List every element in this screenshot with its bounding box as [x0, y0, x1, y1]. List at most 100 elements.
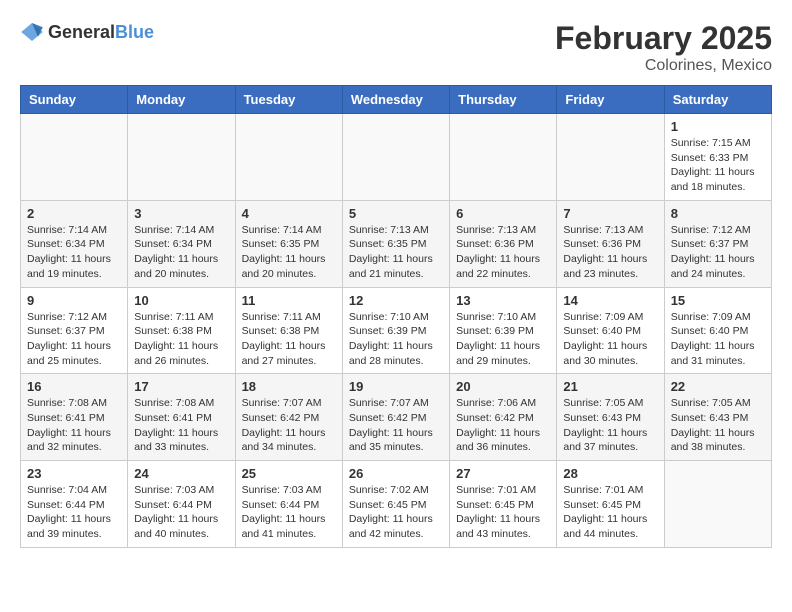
day-number: 27	[456, 466, 550, 481]
calendar-week-row: 16 Sunrise: 7:08 AMSunset: 6:41 PMDayligh…	[21, 374, 772, 461]
table-row: 12Sunrise: 7:10 AMSunset: 6:39 PMDayligh…	[342, 287, 449, 374]
day-number: 9	[27, 293, 121, 308]
table-row	[21, 114, 128, 201]
table-row: 1 Sunrise: 7:15 AMSunset: 6:33 PMDaylight…	[664, 114, 771, 201]
day-info: Sunrise: 7:01 AMSunset: 6:45 PMDaylight:…	[456, 483, 550, 542]
day-number: 14	[563, 293, 657, 308]
table-row: 26 Sunrise: 7:02 AMSunset: 6:45 PMDayligh…	[342, 461, 449, 548]
day-info: Sunrise: 7:14 AMSunset: 6:34 PMDaylight:…	[27, 223, 121, 282]
location-subtitle: Colorines, Mexico	[555, 57, 772, 75]
day-number: 6	[456, 206, 550, 221]
day-number: 23	[27, 466, 121, 481]
table-row	[557, 114, 664, 201]
table-row: 2 Sunrise: 7:14 AMSunset: 6:34 PMDaylight…	[21, 200, 128, 287]
table-row	[664, 461, 771, 548]
day-info: Sunrise: 7:09 AMSunset: 6:40 PMDaylight:…	[671, 310, 765, 369]
day-number: 22	[671, 379, 765, 394]
day-number: 5	[349, 206, 443, 221]
day-info: Sunrise: 7:11 AMSunset: 6:38 PMDaylight:…	[242, 310, 336, 369]
table-row: 9 Sunrise: 7:12 AMSunset: 6:37 PMDaylight…	[21, 287, 128, 374]
table-row: 7 Sunrise: 7:13 AMSunset: 6:36 PMDaylight…	[557, 200, 664, 287]
table-row: 21 Sunrise: 7:05 AMSunset: 6:43 PMDayligh…	[557, 374, 664, 461]
day-number: 21	[563, 379, 657, 394]
month-title: February 2025	[555, 20, 772, 57]
calendar-week-row: 2 Sunrise: 7:14 AMSunset: 6:34 PMDaylight…	[21, 200, 772, 287]
table-row: 4 Sunrise: 7:14 AMSunset: 6:35 PMDaylight…	[235, 200, 342, 287]
table-row	[128, 114, 235, 201]
day-info: Sunrise: 7:14 AMSunset: 6:34 PMDaylight:…	[134, 223, 228, 282]
table-row: 10 Sunrise: 7:11 AMSunset: 6:38 PMDayligh…	[128, 287, 235, 374]
table-row: 13Sunrise: 7:10 AMSunset: 6:39 PMDayligh…	[450, 287, 557, 374]
calendar-week-row: 1 Sunrise: 7:15 AMSunset: 6:33 PMDaylight…	[21, 114, 772, 201]
col-tuesday: Tuesday	[235, 86, 342, 114]
day-number: 24	[134, 466, 228, 481]
table-row: 6 Sunrise: 7:13 AMSunset: 6:36 PMDaylight…	[450, 200, 557, 287]
day-info: Sunrise: 7:03 AMSunset: 6:44 PMDaylight:…	[242, 483, 336, 542]
day-number: 1	[671, 119, 765, 134]
day-number: 25	[242, 466, 336, 481]
day-info: Sunrise: 7:07 AMSunset: 6:42 PMDaylight:…	[349, 396, 443, 455]
col-monday: Monday	[128, 86, 235, 114]
day-info: Sunrise: 7:13 AMSunset: 6:36 PMDaylight:…	[456, 223, 550, 282]
col-sunday: Sunday	[21, 86, 128, 114]
logo-general: General	[48, 22, 115, 42]
day-number: 19	[349, 379, 443, 394]
day-info: Sunrise: 7:08 AMSunset: 6:41 PMDaylight:…	[27, 396, 121, 455]
logo-blue: Blue	[115, 22, 154, 42]
logo-text: GeneralBlue	[48, 22, 154, 43]
table-row: 22 Sunrise: 7:05 AMSunset: 6:43 PMDayligh…	[664, 374, 771, 461]
table-row: 16 Sunrise: 7:08 AMSunset: 6:41 PMDayligh…	[21, 374, 128, 461]
day-number: 12	[349, 293, 443, 308]
day-info: Sunrise: 7:15 AMSunset: 6:33 PMDaylight:…	[671, 136, 765, 195]
day-info: Sunrise: 7:05 AMSunset: 6:43 PMDaylight:…	[563, 396, 657, 455]
day-info: Sunrise: 7:06 AMSunset: 6:42 PMDaylight:…	[456, 396, 550, 455]
header: GeneralBlue February 2025 Colorines, Mex…	[20, 20, 772, 75]
day-number: 2	[27, 206, 121, 221]
day-info: Sunrise: 7:07 AMSunset: 6:42 PMDaylight:…	[242, 396, 336, 455]
day-number: 26	[349, 466, 443, 481]
day-info: Sunrise: 7:10 AMSunset: 6:39 PMDaylight:…	[456, 310, 550, 369]
title-area: February 2025 Colorines, Mexico	[555, 20, 772, 75]
day-number: 16	[27, 379, 121, 394]
table-row	[235, 114, 342, 201]
day-info: Sunrise: 7:08 AMSunset: 6:41 PMDaylight:…	[134, 396, 228, 455]
day-info: Sunrise: 7:05 AMSunset: 6:43 PMDaylight:…	[671, 396, 765, 455]
day-number: 7	[563, 206, 657, 221]
day-info: Sunrise: 7:12 AMSunset: 6:37 PMDaylight:…	[27, 310, 121, 369]
col-saturday: Saturday	[664, 86, 771, 114]
table-row: 17 Sunrise: 7:08 AMSunset: 6:41 PMDayligh…	[128, 374, 235, 461]
day-number: 4	[242, 206, 336, 221]
day-info: Sunrise: 7:02 AMSunset: 6:45 PMDaylight:…	[349, 483, 443, 542]
table-row: 8Sunrise: 7:12 AMSunset: 6:37 PMDaylight…	[664, 200, 771, 287]
table-row: 14Sunrise: 7:09 AMSunset: 6:40 PMDayligh…	[557, 287, 664, 374]
day-info: Sunrise: 7:04 AMSunset: 6:44 PMDaylight:…	[27, 483, 121, 542]
day-info: Sunrise: 7:13 AMSunset: 6:35 PMDaylight:…	[349, 223, 443, 282]
calendar-header-row: Sunday Monday Tuesday Wednesday Thursday…	[21, 86, 772, 114]
table-row: 3 Sunrise: 7:14 AMSunset: 6:34 PMDaylight…	[128, 200, 235, 287]
table-row	[342, 114, 449, 201]
day-number: 28	[563, 466, 657, 481]
day-info: Sunrise: 7:03 AMSunset: 6:44 PMDaylight:…	[134, 483, 228, 542]
table-row: 28 Sunrise: 7:01 AMSunset: 6:45 PMDayligh…	[557, 461, 664, 548]
day-info: Sunrise: 7:11 AMSunset: 6:38 PMDaylight:…	[134, 310, 228, 369]
day-number: 3	[134, 206, 228, 221]
day-info: Sunrise: 7:01 AMSunset: 6:45 PMDaylight:…	[563, 483, 657, 542]
calendar-week-row: 9 Sunrise: 7:12 AMSunset: 6:37 PMDaylight…	[21, 287, 772, 374]
day-number: 20	[456, 379, 550, 394]
day-info: Sunrise: 7:13 AMSunset: 6:36 PMDaylight:…	[563, 223, 657, 282]
day-number: 10	[134, 293, 228, 308]
table-row: 19 Sunrise: 7:07 AMSunset: 6:42 PMDayligh…	[342, 374, 449, 461]
calendar-table: Sunday Monday Tuesday Wednesday Thursday…	[20, 85, 772, 548]
table-row: 24 Sunrise: 7:03 AMSunset: 6:44 PMDayligh…	[128, 461, 235, 548]
col-thursday: Thursday	[450, 86, 557, 114]
table-row: 23 Sunrise: 7:04 AMSunset: 6:44 PMDayligh…	[21, 461, 128, 548]
day-number: 18	[242, 379, 336, 394]
table-row: 20 Sunrise: 7:06 AMSunset: 6:42 PMDayligh…	[450, 374, 557, 461]
col-wednesday: Wednesday	[342, 86, 449, 114]
calendar-week-row: 23 Sunrise: 7:04 AMSunset: 6:44 PMDayligh…	[21, 461, 772, 548]
day-info: Sunrise: 7:14 AMSunset: 6:35 PMDaylight:…	[242, 223, 336, 282]
table-row: 5 Sunrise: 7:13 AMSunset: 6:35 PMDaylight…	[342, 200, 449, 287]
day-number: 11	[242, 293, 336, 308]
day-number: 8	[671, 206, 765, 221]
day-number: 17	[134, 379, 228, 394]
